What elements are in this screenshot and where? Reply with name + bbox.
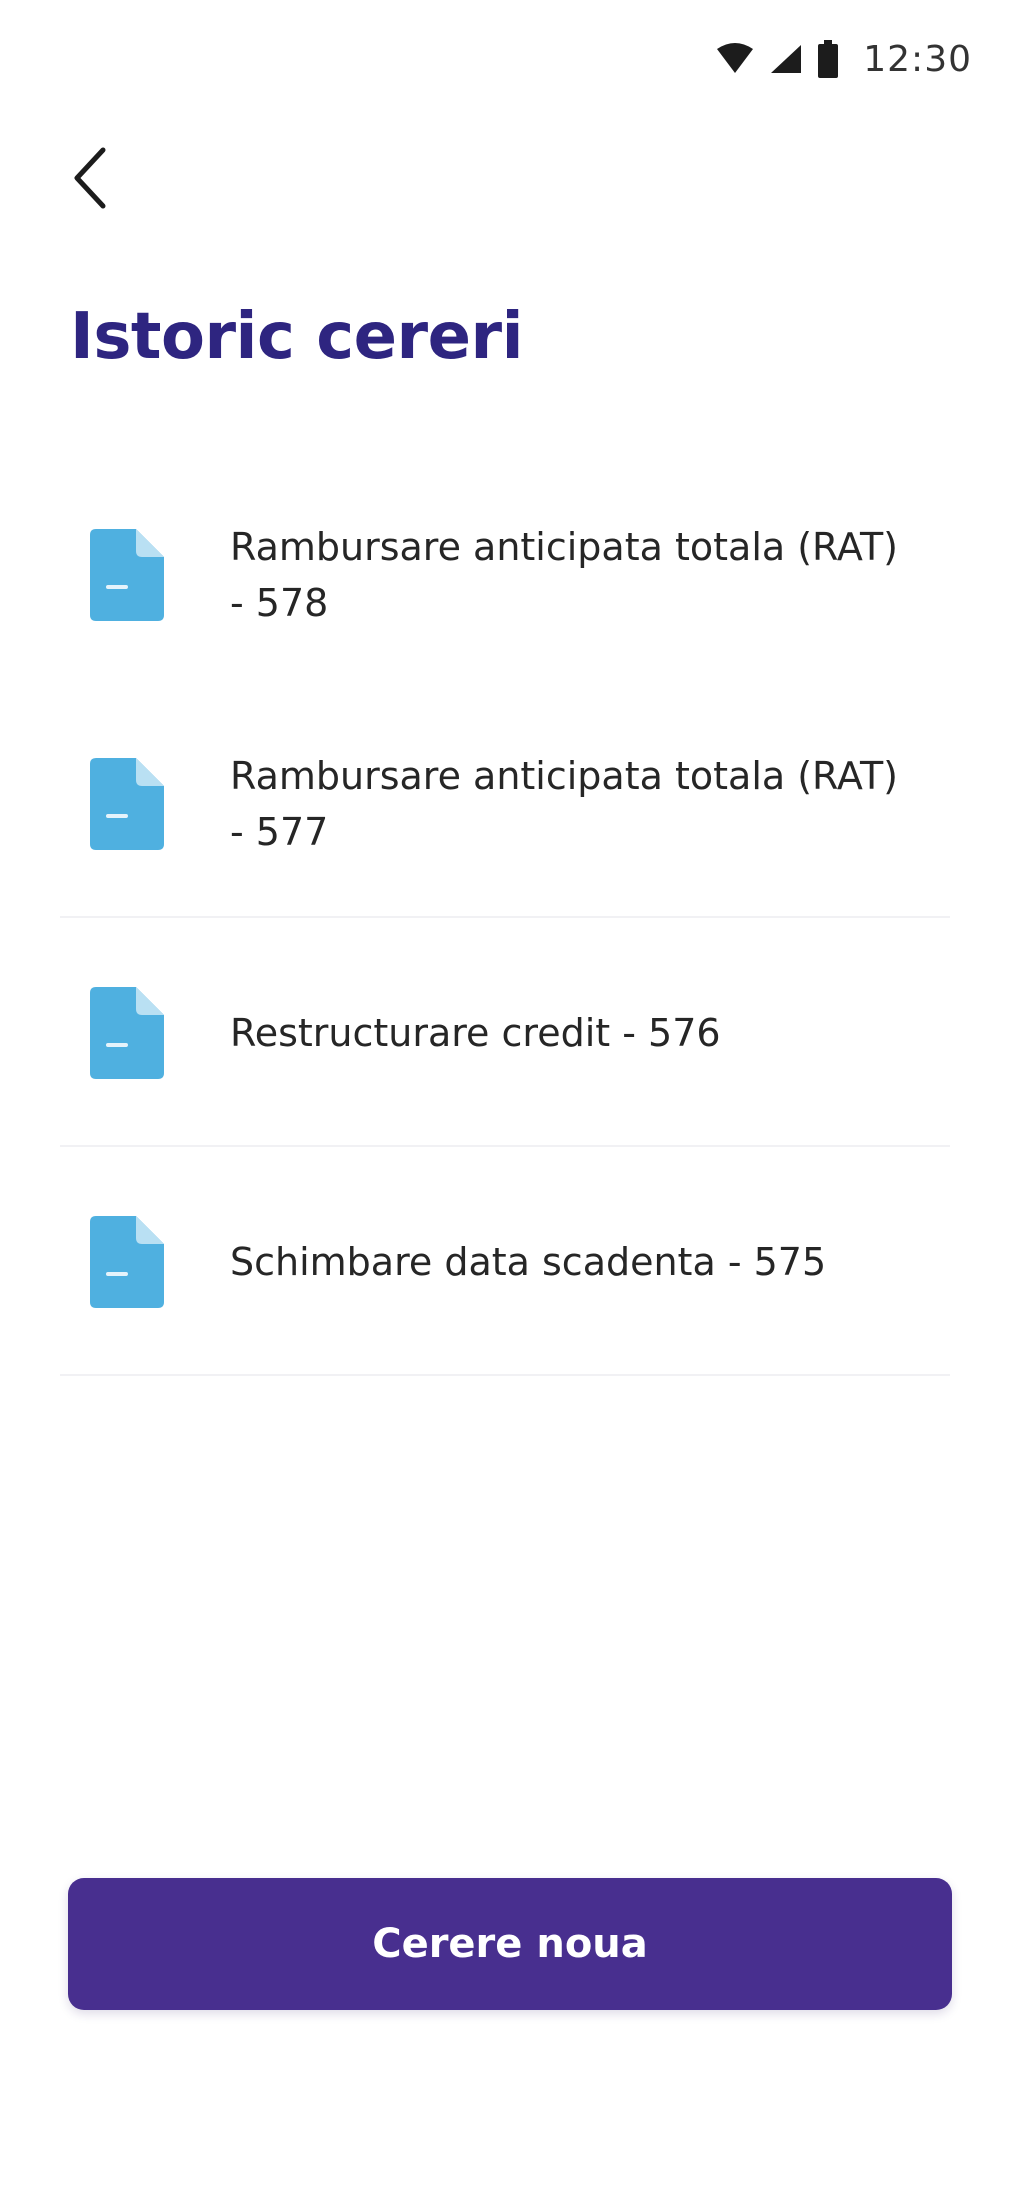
clock: 12:30 — [863, 38, 972, 80]
request-label: Schimbare data scadenta - 575 — [230, 1239, 827, 1284]
request-label: Restructurare credit - 576 — [230, 1010, 721, 1055]
document-icon — [90, 1215, 164, 1308]
battery-icon — [817, 40, 839, 78]
list-item[interactable]: Schimbare data scadenta - 575 — [60, 1147, 950, 1376]
document-icon — [90, 528, 164, 621]
list-item[interactable]: Rambursare anticipata totala (RAT) - 578 — [60, 460, 950, 689]
status-bar: 12:30 — [715, 34, 972, 84]
list-item[interactable]: Restructurare credit - 576 — [60, 918, 950, 1147]
new-request-button[interactable]: Cerere noua — [68, 1878, 952, 2010]
request-list: Rambursare anticipata totala (RAT) - 578… — [60, 460, 950, 1376]
request-label: Rambursare anticipata totala (RAT) - 578 — [230, 524, 899, 625]
list-item[interactable]: Rambursare anticipata totala (RAT) - 577 — [60, 689, 950, 918]
chevron-left-icon — [71, 146, 111, 214]
request-label: Rambursare anticipata totala (RAT) - 577 — [230, 753, 899, 854]
wifi-icon — [715, 43, 755, 75]
page-title: Istoric cereri — [70, 300, 524, 374]
document-icon — [90, 757, 164, 850]
document-icon — [90, 986, 164, 1079]
back-button[interactable] — [56, 140, 126, 220]
signal-icon — [769, 43, 803, 75]
